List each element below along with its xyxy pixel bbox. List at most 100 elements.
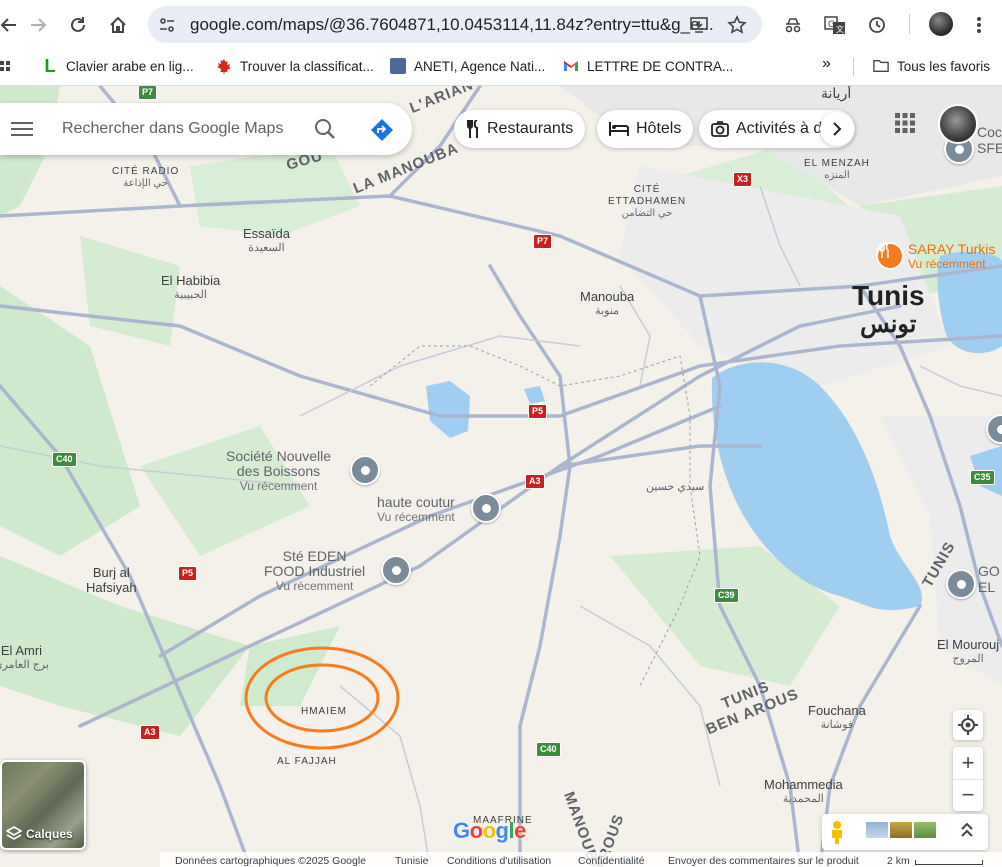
footer-privacy[interactable]: Confidentialité [578, 855, 645, 867]
bookmark-label: ANETI, Agence Nati... [414, 58, 546, 74]
road-shield: P7 [533, 234, 553, 249]
imagery-thumb-2[interactable] [890, 822, 912, 838]
chip-restaurants[interactable]: Restaurants [454, 110, 586, 148]
poi-societe-nouvelle-des-boissons[interactable]: Société Nouvelle des Boissons Vu récemmen… [226, 449, 331, 494]
gmail-icon [563, 58, 579, 74]
my-location-button[interactable] [953, 710, 983, 740]
expand-chevron-icon[interactable] [960, 822, 974, 843]
road-shield: P5 [178, 566, 198, 581]
footer-scale[interactable]: 2 km [887, 855, 910, 867]
place-hmaiem: HMAIEM [301, 706, 347, 717]
google-logo: Google [453, 818, 526, 843]
zoom-out-button[interactable]: − [953, 780, 983, 812]
search-icon[interactable] [314, 118, 336, 145]
bookmark-clavier[interactable]: L Clavier arabe en lig... [42, 56, 194, 76]
place-ariana: أريانة [821, 86, 852, 101]
bookmarks-bar: L Clavier arabe en lig... Trouver la cla… [0, 49, 1002, 86]
layers-label-group: Calques [6, 826, 73, 842]
road-shield: A3 [140, 725, 160, 740]
poi-pin-icon[interactable] [471, 493, 501, 523]
folder-icon [873, 58, 889, 74]
place-essaida: Essaïda السعيدة [243, 226, 290, 254]
pegman-icon[interactable] [828, 820, 846, 849]
scale-bar [915, 860, 983, 865]
layers-button[interactable]: Calques [0, 760, 86, 850]
bookmark-classification[interactable]: Trouver la classificat... [216, 58, 374, 74]
home-icon[interactable] [105, 12, 131, 38]
more-bookmarks-button[interactable]: » [822, 55, 831, 73]
restaurant-pin-icon[interactable] [876, 242, 904, 270]
translate-icon[interactable]: G文 [822, 12, 848, 38]
poi-pin-icon[interactable] [350, 455, 380, 485]
reload-icon[interactable] [65, 12, 91, 38]
poi-coca-sfe[interactable]: Coc SFE [977, 124, 1002, 156]
all-bookmarks-button[interactable]: Tous les favoris [873, 58, 990, 74]
poi-ste-eden-food[interactable]: Sté EDEN FOOD Industriel Vu récemment [264, 549, 365, 594]
install-app-icon[interactable] [688, 14, 710, 36]
site-settings-icon[interactable] [156, 14, 178, 36]
bookmark-label: Trouver la classificat... [240, 58, 374, 74]
place-el-mourouj: El Mourouj المروج [937, 637, 1000, 665]
place-burj-al-hafsiyah: Burj al Hafsiyah [86, 565, 137, 595]
place-cite-radio: CITÉ RADIO حي الإذاعة [112, 166, 180, 189]
map-footer: Données cartographiques ©2025 Google Tun… [160, 852, 1002, 867]
footer-terms[interactable]: Conditions d'utilisation [447, 855, 551, 867]
road-shield: C40 [536, 742, 561, 757]
poi-pin-icon[interactable] [381, 555, 411, 585]
poi-pin-icon[interactable] [946, 569, 976, 599]
maple-leaf-icon [216, 58, 232, 74]
search-input[interactable]: Rechercher dans Google Maps [62, 120, 283, 138]
place-el-habibia: El Habibia الحبيبية [161, 273, 221, 301]
bookmark-aneti[interactable]: ANETI, Agence Nati... [390, 58, 545, 74]
place-fouchana: Fouchana فوشانة [808, 703, 866, 731]
more-bookmarks-label: » [822, 55, 831, 72]
map-base-layer [0, 86, 1002, 867]
bookmark-label: Clavier arabe en lig... [66, 58, 194, 74]
bed-icon [609, 122, 629, 136]
imagery-thumb-1[interactable] [866, 822, 888, 838]
imagery-thumb-3[interactable] [914, 822, 936, 838]
place-mohammedia: Mohammedia المحمدية [764, 777, 843, 805]
road-shield: P7 [138, 86, 158, 100]
chevron-right-icon [833, 122, 842, 136]
fork-knife-icon [467, 120, 478, 138]
camera-icon [711, 121, 729, 137]
history-icon[interactable] [864, 12, 890, 38]
account-avatar[interactable] [938, 104, 978, 144]
menu-kebab-icon[interactable] [966, 12, 992, 38]
bookmark-star-icon[interactable] [726, 14, 748, 36]
place-al-fajjah: AL FAJJAH [277, 756, 337, 767]
profile-avatar[interactable] [929, 12, 953, 36]
bookmark-divider [853, 58, 854, 76]
poi-go-el[interactable]: GO EL [978, 563, 1000, 595]
zoom-controls: + − [953, 747, 983, 811]
bookmark-lettre[interactable]: LETTRE DE CONTRA... [563, 58, 733, 74]
back-icon[interactable] [0, 12, 22, 38]
incognito-extension-icon[interactable] [780, 12, 806, 38]
chip-label: Restaurants [487, 120, 574, 137]
road-shield: P5 [528, 404, 548, 419]
forward-icon[interactable] [25, 12, 51, 38]
poi-saray-turkis[interactable]: SARAY Turkis Vu récemment [908, 242, 995, 272]
place-manouba: Manouba منوبة [580, 289, 635, 317]
my-location-icon [958, 715, 978, 735]
road-shield: X3 [733, 172, 753, 187]
aneti-logo-icon [390, 58, 406, 74]
directions-icon[interactable] [370, 118, 394, 147]
google-apps-icon[interactable] [895, 113, 915, 138]
svg-text:文: 文 [836, 24, 844, 34]
maps-search-box[interactable]: Rechercher dans Google Maps [0, 103, 412, 155]
address-bar[interactable]: google.com/maps/@36.7604871,10.0453114,1… [148, 6, 762, 43]
apps-grid-icon[interactable] [0, 59, 10, 75]
footer-feedback[interactable]: Envoyer des commentaires sur le produit [668, 855, 859, 867]
chip-hotels[interactable]: Hôtels [597, 110, 694, 148]
hamburger-menu-icon[interactable] [11, 121, 33, 142]
chip-label: Activités à d [736, 120, 823, 137]
toolbar-divider [909, 14, 910, 34]
road-shield: C35 [970, 470, 995, 485]
zoom-in-button[interactable]: + [953, 747, 983, 780]
chips-next-button[interactable] [820, 112, 854, 146]
footer-country[interactable]: Tunisie [395, 855, 428, 867]
poi-haute-coutur[interactable]: haute coutur Vu récemment [377, 495, 455, 525]
map-canvas[interactable]: P7 X3 P7 P5 A3 C40 P5 C39 C35 A3 C40 GOU… [0, 86, 1002, 867]
